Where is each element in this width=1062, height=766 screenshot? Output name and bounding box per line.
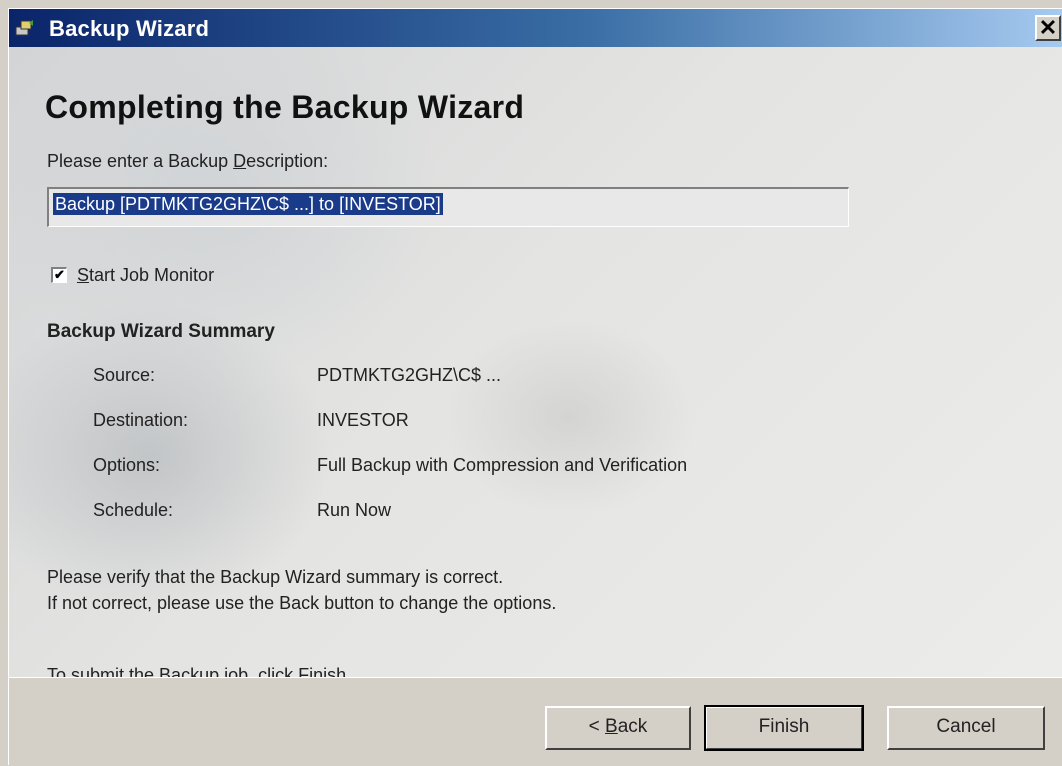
verify-note-line-1: Please verify that the Backup Wizard sum… xyxy=(47,567,504,587)
verify-note-line-2: If not correct, please use the Back butt… xyxy=(47,593,557,613)
start-job-monitor-checkbox[interactable]: ✔ xyxy=(51,267,67,283)
back-accel: B xyxy=(605,716,618,737)
summary-key: Source: xyxy=(93,365,156,385)
finish-button[interactable]: Finish xyxy=(704,705,864,751)
submit-note: To submit the Backup job, click Finish. xyxy=(47,665,352,677)
back-button[interactable]: < Back xyxy=(545,706,691,750)
summary-value: INVESTOR xyxy=(317,410,409,430)
cancel-button[interactable]: Cancel xyxy=(887,706,1045,750)
summary-key: Schedule: xyxy=(93,500,174,520)
window-title: Backup Wizard xyxy=(49,16,210,41)
start-job-monitor-label-rest: tart Job Monitor xyxy=(89,265,215,285)
close-button[interactable]: ✕ xyxy=(1035,15,1061,41)
start-job-monitor-accel: S xyxy=(77,265,90,285)
description-label: Please enter a Backup Description: xyxy=(47,151,328,172)
start-job-monitor-label[interactable]: Start Job Monitor xyxy=(77,265,214,286)
backup-app-icon xyxy=(15,20,33,36)
summary-heading: Backup Wizard Summary xyxy=(47,321,275,342)
button-bar: < Back Finish Cancel xyxy=(9,677,1062,766)
title-bar[interactable]: Backup Wizard ✕ xyxy=(9,9,1062,47)
summary-value: Run Now xyxy=(317,500,392,520)
backup-wizard-window: Backup Wizard ✕ Completing the Backup Wi… xyxy=(8,8,1062,766)
description-label-accel: D xyxy=(233,151,247,171)
backup-description-input[interactable]: Backup [PDTMKTG2GHZ\C$ ...] to [INVESTOR… xyxy=(47,187,849,227)
summary-key: Options: xyxy=(93,455,161,475)
back-prefix: < xyxy=(588,716,606,737)
wizard-content: Completing the Backup Wizard Please ente… xyxy=(9,47,1062,677)
description-label-pre: Please enter a Backup xyxy=(47,151,234,171)
back-label-rest: ack xyxy=(617,716,648,737)
page-title: Completing the Backup Wizard xyxy=(45,89,525,125)
summary-value: PDTMKTG2GHZ\C$ ... xyxy=(317,365,502,385)
summary-key: Destination: xyxy=(93,410,189,430)
description-label-post: escription: xyxy=(246,151,329,171)
close-icon: ✕ xyxy=(1038,15,1058,40)
checkmark-icon: ✔ xyxy=(54,267,65,282)
summary-value: Full Backup with Compression and Verific… xyxy=(317,455,688,475)
backup-description-value: Backup [PDTMKTG2GHZ\C$ ...] to [INVESTOR… xyxy=(53,193,443,215)
